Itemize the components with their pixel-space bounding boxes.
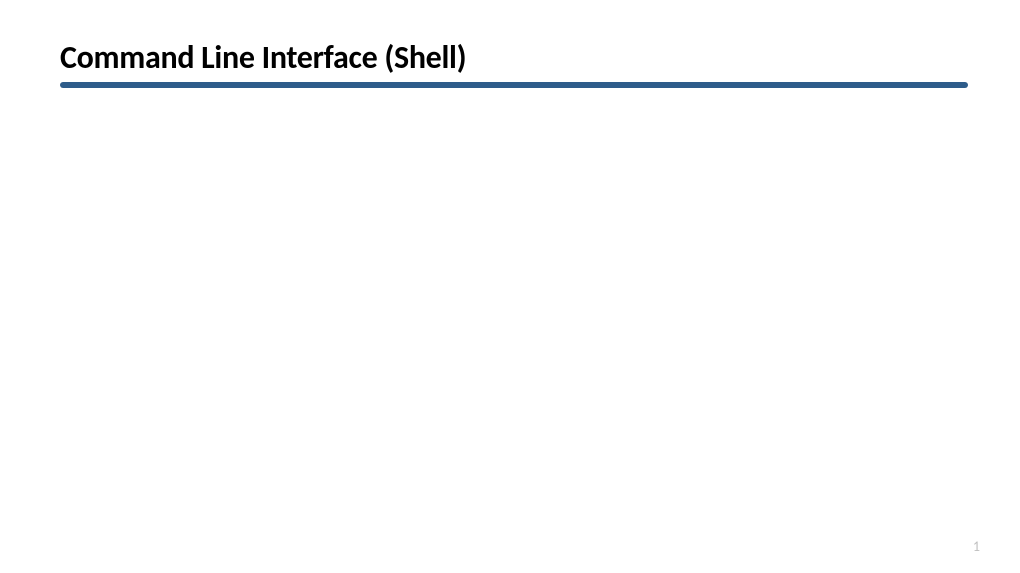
title-underline <box>60 82 968 88</box>
slide-title: Command Line Interface (Shell) <box>60 38 466 77</box>
page-number: 1 <box>973 538 980 555</box>
slide: Command Line Interface (Shell) 1 <box>0 0 1020 573</box>
